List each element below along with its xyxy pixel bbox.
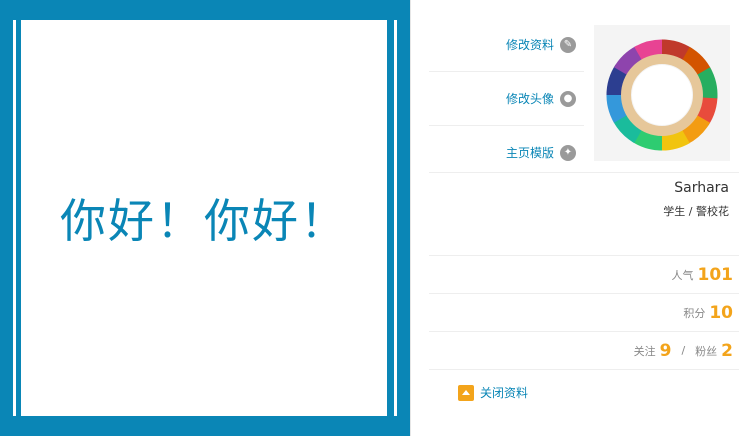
pin-icon: ✦ (560, 144, 576, 161)
points-label: 积分 (683, 306, 706, 320)
change-avatar-label: 修改头像 (505, 92, 554, 106)
edit-profile-button[interactable]: 修改资料 ✎ (429, 18, 584, 72)
profile-actions: 修改资料 ✎ 修改头像 ● 主页模版 ✦ (429, 18, 584, 179)
close-profile-label: 关闭资料 (479, 386, 528, 400)
stat-social: 关注 9 / 粉丝 2 (429, 331, 739, 369)
divider (429, 369, 739, 370)
fans-label[interactable]: 粉丝 (695, 343, 717, 359)
divider (429, 172, 739, 173)
close-profile-button[interactable]: 关闭资料 (457, 384, 528, 401)
following-value[interactable]: 9 (660, 341, 672, 361)
profile-name: Sarhara (674, 180, 729, 196)
collapse-icon (457, 384, 474, 401)
following-label[interactable]: 关注 (634, 343, 656, 359)
banner-canvas: 你好！你好！ (21, 20, 387, 416)
stat-separator: / (681, 344, 686, 357)
fans-value[interactable]: 2 (721, 341, 733, 361)
stat-points: 积分 10 (429, 293, 739, 331)
change-avatar-button[interactable]: 修改头像 ● (429, 72, 584, 126)
popularity-label: 人气 (671, 268, 694, 282)
frame-stripe-left (13, 20, 16, 416)
edit-profile-label: 修改资料 (505, 38, 554, 52)
profile-role: 学生 / 警校花 (663, 205, 729, 218)
frame-stripe-right (394, 20, 397, 416)
points-value: 10 (709, 302, 733, 323)
user-icon: ● (560, 90, 576, 107)
greeting-text: 你好！你好！ (60, 194, 348, 248)
homepage-template-label: 主页模版 (505, 146, 554, 160)
banner-panel: 你好！你好！ (0, 0, 410, 436)
profile-card: 修改资料 ✎ 修改头像 ● 主页模版 ✦ Sarhara 学生 / 警校花 人气… (410, 0, 750, 436)
stat-popularity: 人气 101 (429, 255, 739, 293)
avatar-image (594, 25, 730, 161)
popularity-value: 101 (697, 264, 734, 285)
edit-icon: ✎ (560, 36, 576, 53)
avatar[interactable] (594, 25, 730, 161)
